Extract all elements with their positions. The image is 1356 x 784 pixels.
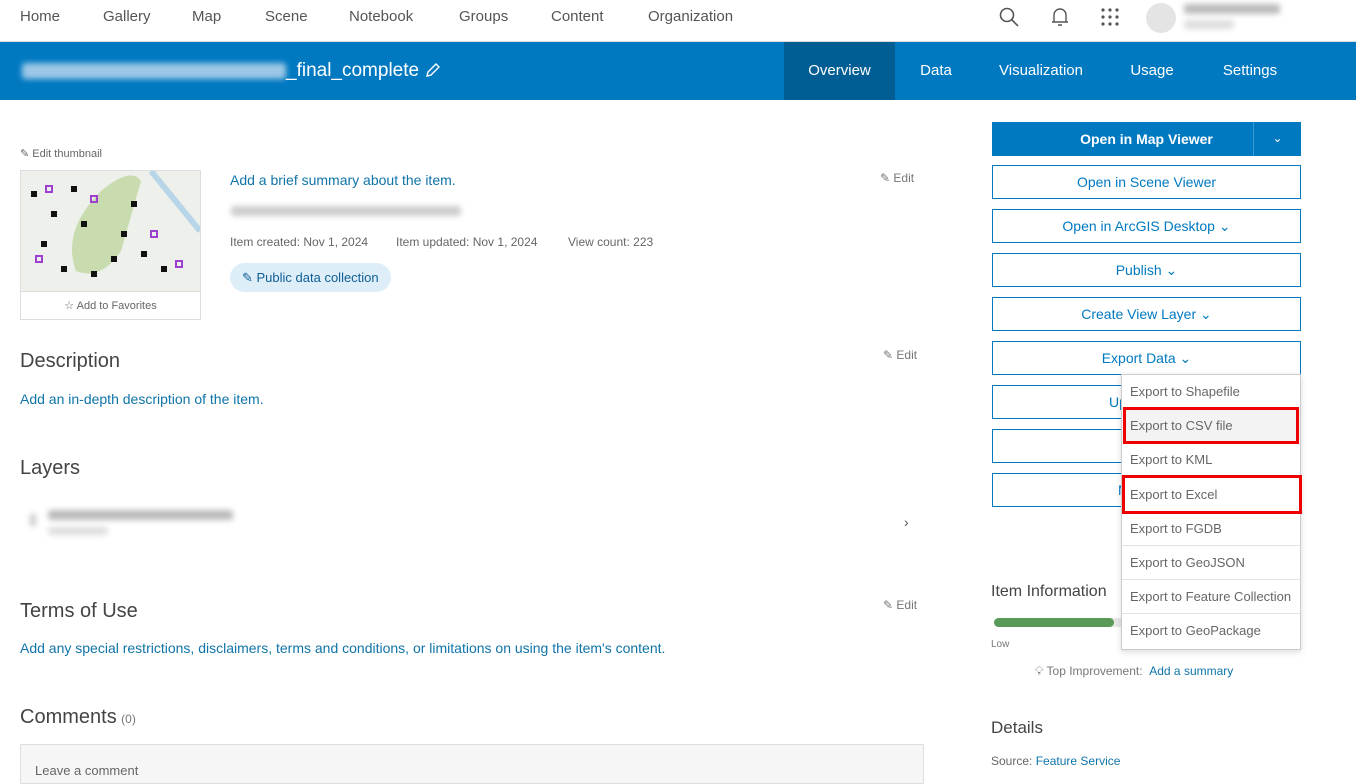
- nav-map[interactable]: Map: [192, 8, 221, 25]
- pencil-icon: ✎: [242, 270, 257, 285]
- map-viewer-dropdown-chevron-icon[interactable]: ⌄: [1253, 122, 1301, 156]
- open-in-arcgis-desktop-button[interactable]: Open in ArcGIS Desktop ⌄: [992, 209, 1301, 243]
- star-icon: ☆: [64, 300, 77, 312]
- apps-grid-icon[interactable]: [1100, 7, 1120, 27]
- chevron-down-icon: ⌄: [1200, 306, 1212, 322]
- open-in-scene-viewer-button[interactable]: Open in Scene Viewer: [992, 165, 1301, 199]
- edit-description-button[interactable]: ✎ Edit: [883, 348, 917, 362]
- thumbnail-card: ☆ Add to Favorites: [20, 170, 201, 320]
- pencil-icon: ✎: [20, 148, 33, 160]
- user-org-blurred: [1184, 20, 1234, 29]
- top-improvement: 💡︎ Top Improvement: Add a summary: [1035, 664, 1234, 678]
- description-heading: Description: [20, 350, 121, 372]
- layers-heading: Layers: [20, 457, 81, 479]
- pencil-icon: ✎: [883, 348, 897, 362]
- avatar[interactable]: [1146, 3, 1176, 33]
- menu-export-geopackage[interactable]: Export to GeoPackage: [1122, 614, 1300, 648]
- tab-overview[interactable]: Overview: [784, 42, 895, 100]
- summary-placeholder-link[interactable]: Add a brief summary about the item.: [230, 172, 456, 188]
- comments-heading: Comments (0): [20, 706, 136, 728]
- nav-notebook[interactable]: Notebook: [349, 8, 413, 25]
- layer-name-blurred: [48, 510, 233, 520]
- nav-gallery[interactable]: Gallery: [103, 8, 151, 25]
- add-to-favorites-button[interactable]: ☆ Add to Favorites: [21, 291, 200, 319]
- progress-fill: [994, 618, 1114, 627]
- add-summary-link[interactable]: Add a summary: [1149, 664, 1233, 678]
- edit-summary-button[interactable]: ✎ Edit: [880, 171, 914, 185]
- item-title-blurred: [22, 63, 286, 79]
- publish-button[interactable]: Publish ⌄: [992, 253, 1301, 287]
- tab-visualization[interactable]: Visualization: [990, 42, 1092, 100]
- item-created: Item created: Nov 1, 2024: [230, 235, 369, 249]
- layer-list-item[interactable]: ›: [20, 500, 924, 546]
- map-thumbnail-image: [21, 171, 200, 291]
- nav-content[interactable]: Content: [551, 8, 604, 25]
- chevron-down-icon: ⌄: [1218, 218, 1231, 234]
- item-information-heading: Item Information: [991, 583, 1107, 600]
- menu-export-csv[interactable]: Export to CSV file: [1122, 409, 1300, 444]
- chevron-right-icon: ›: [904, 514, 909, 530]
- nav-scene[interactable]: Scene: [265, 8, 308, 25]
- nav-groups[interactable]: Groups: [459, 8, 508, 25]
- terms-placeholder-link[interactable]: Add any special restrictions, disclaimer…: [20, 640, 665, 656]
- layer-icon: [30, 513, 36, 527]
- edit-terms-button[interactable]: ✎ Edit: [883, 598, 917, 612]
- create-view-layer-button[interactable]: Create View Layer ⌄: [992, 297, 1301, 331]
- tab-settings[interactable]: Settings: [1210, 42, 1290, 100]
- pencil-icon: ✎: [880, 171, 894, 185]
- top-navigation: Home Gallery Map Scene Notebook Groups C…: [0, 0, 1356, 42]
- nav-home[interactable]: Home: [20, 8, 60, 25]
- export-data-button[interactable]: Export Data ⌄: [992, 341, 1301, 375]
- comment-input[interactable]: Leave a comment: [20, 744, 924, 784]
- public-data-collection-badge[interactable]: ✎ Public data collection: [230, 263, 391, 292]
- menu-export-feature-collection[interactable]: Export to Feature Collection: [1122, 580, 1300, 615]
- terms-heading: Terms of Use: [20, 600, 138, 622]
- export-data-menu: Export to Shapefile Export to CSV file E…: [1121, 374, 1301, 650]
- lightbulb-icon: 💡︎: [1035, 664, 1047, 678]
- layer-type-blurred: [48, 527, 108, 535]
- details-source: Source: Feature Service: [991, 754, 1121, 768]
- bell-icon[interactable]: [1050, 6, 1070, 28]
- menu-export-geojson[interactable]: Export to GeoJSON: [1122, 546, 1300, 581]
- edit-thumbnail-link[interactable]: ✎ Edit thumbnail: [20, 147, 102, 160]
- view-count: View count: 223: [568, 235, 654, 249]
- progress-level-label: Low: [991, 639, 1010, 650]
- menu-export-fgdb[interactable]: Export to FGDB: [1122, 512, 1300, 546]
- nav-organization[interactable]: Organization: [648, 8, 733, 25]
- item-updated: Item updated: Nov 1, 2024: [396, 235, 538, 249]
- source-link[interactable]: Feature Service: [1036, 754, 1121, 768]
- tab-usage[interactable]: Usage: [1118, 42, 1186, 100]
- chevron-down-icon: ⌄: [1179, 350, 1192, 366]
- description-placeholder-link[interactable]: Add an in-depth description of the item.: [20, 391, 264, 407]
- menu-export-excel[interactable]: Export to Excel: [1122, 478, 1300, 512]
- edit-title-pencil-icon[interactable]: [424, 61, 442, 79]
- menu-export-kml[interactable]: Export to KML: [1122, 443, 1300, 478]
- owner-blurred: [231, 206, 461, 216]
- pencil-icon: ✎: [883, 598, 897, 612]
- search-icon[interactable]: [998, 6, 1020, 28]
- item-title: _final_complete: [286, 60, 420, 81]
- tab-data[interactable]: Data: [905, 42, 967, 100]
- details-heading: Details: [991, 718, 1043, 737]
- chevron-down-icon: ⌄: [1165, 262, 1178, 278]
- menu-export-shapefile[interactable]: Export to Shapefile: [1122, 375, 1300, 410]
- user-name-blurred: [1184, 4, 1280, 14]
